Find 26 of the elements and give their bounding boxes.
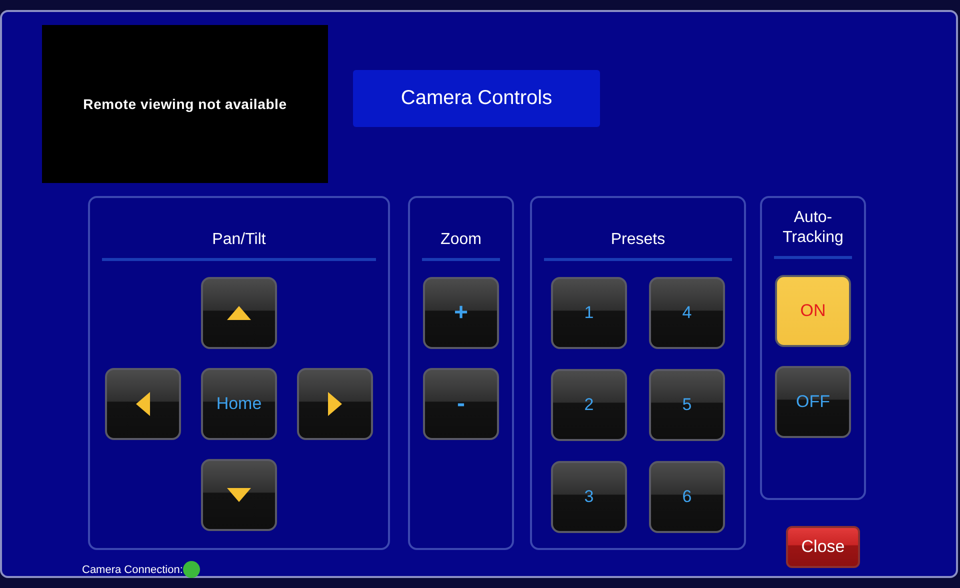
down-arrow-icon xyxy=(227,488,251,502)
toggle-button[interactable]: OFF xyxy=(775,366,851,438)
zoom-button[interactable]: + xyxy=(423,277,499,349)
preset-button[interactable]: 1 xyxy=(551,277,627,349)
preset-button[interactable]: 4 xyxy=(649,277,725,349)
home-button[interactable]: Home xyxy=(201,368,277,440)
down-button[interactable] xyxy=(201,459,277,531)
preset-button[interactable]: 2 xyxy=(551,369,627,441)
left-button[interactable] xyxy=(105,368,181,440)
zoom-button[interactable]: - xyxy=(423,368,499,440)
panel-title: Auto-Tracking xyxy=(782,209,844,246)
status-label: Camera Connection: xyxy=(82,564,183,576)
panel-title: Zoom xyxy=(440,231,482,248)
preset-button[interactable]: 6 xyxy=(649,461,725,533)
panel-title: Presets xyxy=(610,231,666,248)
left-arrow-icon xyxy=(136,392,150,416)
up-button[interactable] xyxy=(201,277,277,349)
preset-button[interactable]: 3 xyxy=(551,461,627,533)
right-arrow-icon xyxy=(328,392,342,416)
preset-button[interactable]: 5 xyxy=(649,369,725,441)
dialog-title: Camera Controls xyxy=(353,70,600,127)
right-button[interactable] xyxy=(297,368,373,440)
video-message: Remote viewing not available xyxy=(83,96,287,112)
panel-title: Pan/Tilt xyxy=(212,231,266,248)
up-arrow-icon xyxy=(227,306,251,320)
close-button[interactable]: Close xyxy=(786,526,860,568)
